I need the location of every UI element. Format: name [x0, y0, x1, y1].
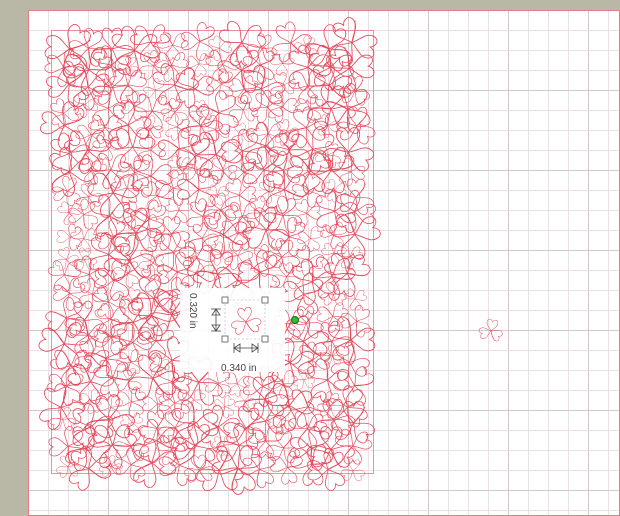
resize-handle-top-right[interactable] — [261, 296, 269, 304]
height-dimension-label: 0.320 in — [187, 293, 198, 329]
resize-handle-bottom-left[interactable] — [221, 335, 229, 343]
rotate-handle[interactable] — [291, 316, 299, 324]
resize-handle-top-left[interactable] — [221, 296, 229, 304]
resize-handle-bottom-right[interactable] — [261, 335, 269, 343]
cutting-mat-canvas[interactable]: 0.320 in 0.340 in — [0, 0, 620, 516]
selection-box[interactable]: 0.320 in 0.340 in — [180, 288, 299, 374]
width-dimension-label: 0.340 in — [221, 363, 257, 374]
